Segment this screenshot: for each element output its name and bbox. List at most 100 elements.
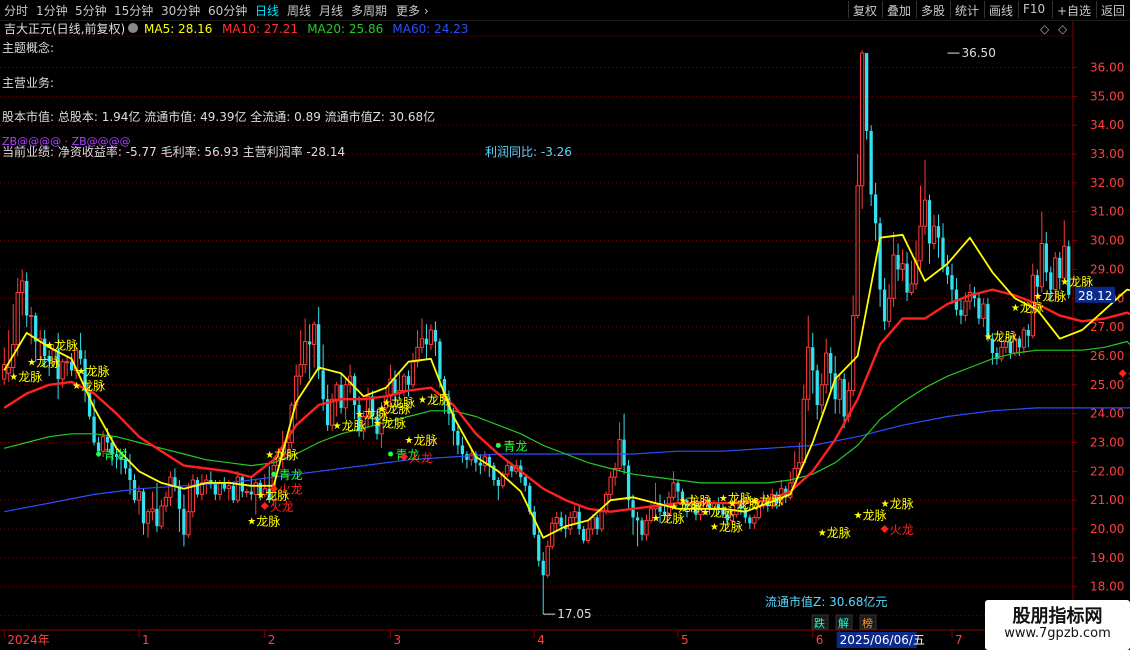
candle-body (559, 517, 563, 527)
period-tab-2[interactable]: 5分钟 (75, 2, 107, 19)
main-business-label: 主营业务: (2, 75, 54, 90)
signal-dot-icon (388, 451, 394, 457)
period-tab-3[interactable]: 15分钟 (114, 2, 153, 19)
signal-label: 龙脉 (1069, 274, 1093, 289)
candle-body (1049, 272, 1053, 290)
candle-body (891, 254, 896, 299)
candle-body (963, 300, 968, 317)
candle-body (438, 341, 442, 380)
toolbar-action-1[interactable]: 叠加 (882, 1, 916, 18)
candle-body (811, 347, 815, 371)
candle-body (977, 298, 981, 319)
candle-body (145, 511, 151, 524)
candle-body (78, 350, 83, 359)
toolbar-action-6[interactable]: +自选 (1052, 1, 1096, 18)
period-tab-6[interactable]: 日线 (255, 2, 279, 19)
signal-star-icon: ★ (77, 366, 86, 377)
ma-legend-3: MA60: 24.23 (392, 22, 468, 36)
period-tab-10[interactable]: 更多 › (396, 2, 429, 19)
candle-body (640, 520, 644, 535)
candle-body (981, 303, 986, 319)
candle-body (105, 436, 110, 443)
period-tab-5[interactable]: 60分钟 (208, 2, 247, 19)
candle-body (424, 338, 429, 345)
candle-body (568, 517, 573, 530)
candle-body (96, 442, 101, 452)
period-tab-0[interactable]: 分时 (4, 2, 28, 19)
candle-body (873, 194, 878, 224)
candle-body (150, 508, 155, 513)
signal-label: 龙脉 (382, 415, 406, 430)
signal-star-icon: ★ (355, 410, 364, 421)
toolbar-action-5[interactable]: F10 (1018, 1, 1052, 18)
toolbar-action-2[interactable]: 多股 (916, 1, 950, 18)
y-tick-label: 27.00 (1090, 320, 1124, 334)
signal-star-icon: ★ (373, 418, 382, 429)
signal-star-icon: ★ (984, 332, 993, 343)
signal-star-icon: ★ (418, 395, 427, 406)
candle-body (92, 416, 96, 443)
y-tick-label: 22.00 (1090, 464, 1124, 478)
period-tab-7[interactable]: 周线 (287, 2, 311, 19)
signal-label: 火龙 (279, 483, 303, 497)
candle-body (918, 225, 923, 262)
market-value-line: 股本市值: 总股本: 1.94亿 流通市值: 49.39亿 全流通: 0.89 … (2, 109, 435, 124)
candle-body (882, 289, 887, 322)
candle-body (842, 379, 846, 417)
signal-star-icon: ★ (333, 421, 342, 432)
candle-body (855, 185, 860, 317)
toolbar-action-3[interactable]: 统计 (950, 1, 984, 18)
signal-star-icon: ★ (247, 516, 256, 527)
candle-body (1058, 257, 1062, 279)
candle-body (136, 491, 142, 501)
candle-body (352, 376, 357, 405)
signal-star-icon: ★ (678, 496, 687, 507)
candle-body (927, 200, 932, 244)
period-tab-4[interactable]: 30分钟 (161, 2, 200, 19)
kline-chart[interactable]: 17.0018.0019.0020.0021.0022.0023.0024.00… (0, 0, 1130, 650)
candle-body (936, 226, 941, 238)
candle-body (941, 237, 945, 267)
candle-body (582, 529, 586, 541)
signal-label: 龙脉 (274, 447, 298, 462)
signal-star-icon: ★ (45, 340, 54, 351)
candle-body (959, 309, 963, 316)
candle-body (541, 560, 545, 576)
candle-body (465, 454, 469, 460)
candle-body (393, 379, 397, 394)
candle-body (321, 370, 325, 400)
candle-body (752, 517, 757, 524)
candle-body (177, 485, 182, 509)
candle-body (1039, 242, 1044, 288)
candle-body (64, 361, 70, 364)
x-tick-label: 2025/06/06/五 (840, 633, 925, 647)
candle-body (909, 283, 914, 294)
y-tick-label: 25.00 (1090, 378, 1124, 392)
signal-label: 龙脉 (759, 493, 783, 508)
signal-label: 火龙 (409, 451, 433, 465)
candle-body (195, 480, 200, 495)
toolbar-action-0[interactable]: 复权 (848, 1, 882, 18)
period-tab-9[interactable]: 多周期 (351, 2, 387, 19)
toolbar-action-7[interactable]: 返回 (1096, 1, 1130, 18)
signal-dot-icon (96, 451, 102, 457)
candle-body (577, 511, 581, 530)
period-tab-8[interactable]: 月线 (319, 2, 343, 19)
signal-star-icon: ★ (701, 508, 710, 519)
candle-body (1062, 245, 1067, 279)
y-tick-label: 24.00 (1090, 407, 1124, 421)
candle-body (537, 534, 541, 561)
period-tab-1[interactable]: 1分钟 (36, 2, 68, 19)
toolbar-action-4[interactable]: 画线 (984, 1, 1018, 18)
candle-body (523, 477, 527, 486)
candle-body (896, 255, 900, 270)
badge-label: 跌 (814, 616, 825, 630)
signal-label: 龙脉 (54, 337, 78, 352)
y-tick-label: 21.00 (1090, 493, 1124, 507)
candle-body (339, 384, 343, 408)
candle-body (303, 341, 308, 366)
candle-body (550, 522, 555, 547)
candle-body (163, 496, 169, 507)
candle-body (622, 439, 626, 466)
candle-body (244, 491, 249, 494)
